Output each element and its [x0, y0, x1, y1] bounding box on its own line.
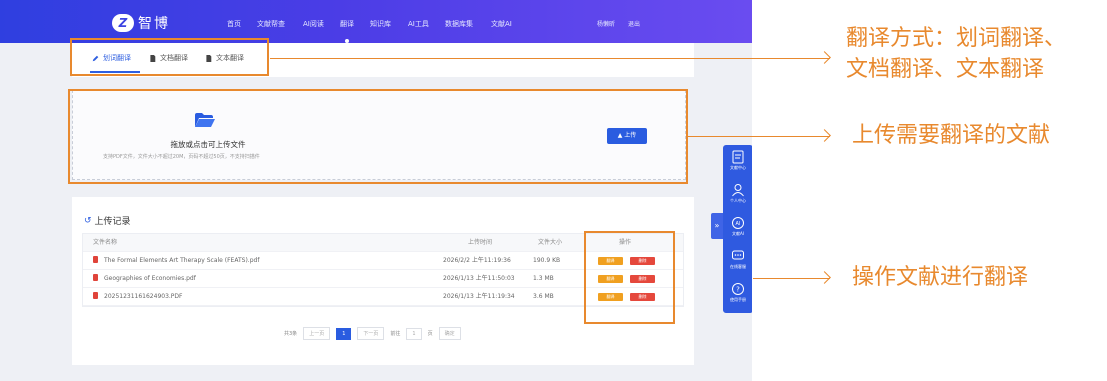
highlight-actions: [584, 231, 675, 324]
pdf-icon: [93, 292, 98, 299]
file-name-text: Geographies of Economies.pdf: [104, 275, 196, 282]
next-page-button[interactable]: 下一页: [357, 327, 385, 340]
file-name[interactable]: 20251231161624903.PDF: [93, 288, 183, 306]
col-filename: 文件名称: [93, 239, 118, 246]
upload-time: 2026/1/13 上午11:50:03: [443, 275, 515, 282]
history-icon: ↺: [84, 215, 92, 226]
page-1-button[interactable]: 1: [336, 327, 352, 340]
nav-item-literature[interactable]: 文献帮查: [257, 19, 285, 29]
sidebar-item-user-manual[interactable]: ? 使用手册: [723, 282, 752, 303]
nav-item-literature-ai[interactable]: 文献AI: [491, 19, 512, 29]
pdf-icon: [93, 256, 98, 263]
file-name-text: 20251231161624903.PDF: [104, 293, 183, 300]
file-name[interactable]: The Formal Elements Art Therapy Scale (F…: [93, 252, 259, 270]
sidebar-item-online-service[interactable]: 在线客服: [723, 249, 752, 270]
page-unit-label: 页: [427, 331, 433, 337]
note-upload: 上传需要翻译的文献: [852, 123, 1051, 148]
user-name[interactable]: 杨懒昕: [597, 19, 615, 28]
nav-item-translate[interactable]: 翻译: [340, 19, 354, 43]
logout-link[interactable]: 退出: [628, 19, 640, 28]
file-name[interactable]: Geographies of Economies.pdf: [93, 270, 196, 288]
file-size: 190.9 KB: [533, 257, 561, 264]
sidebar-label: 文献中心: [730, 165, 746, 170]
sidebar-item-personal-center[interactable]: 个人中心: [723, 183, 752, 204]
svg-text:AI: AI: [736, 221, 741, 227]
file-size: 3.6 MB: [533, 293, 554, 300]
top-nav-bar: Z 智博 首页 文献帮查 AI阅读 翻译 知识库 AI工具 数据库集 文献AI …: [0, 0, 752, 43]
arrow-head-3: [818, 271, 831, 284]
highlight-upload-area: [68, 89, 688, 184]
arrow-line-1: [270, 58, 830, 59]
nav-item-home[interactable]: 首页: [227, 19, 241, 29]
prev-page-button[interactable]: 上一页: [303, 327, 331, 340]
svg-text:?: ?: [736, 286, 740, 294]
sidebar-label: 个人中心: [730, 198, 746, 203]
help-icon: ?: [732, 283, 744, 295]
goto-label: 前往: [390, 331, 401, 337]
confirm-button[interactable]: 确定: [438, 327, 461, 340]
document-list-icon: [732, 150, 744, 164]
note-line: 翻译方式：划词翻译、: [846, 26, 1067, 51]
note-line: 文档翻译、文本翻译: [846, 57, 1045, 82]
col-upload-time: 上传时间: [468, 239, 493, 246]
nav-item-databases[interactable]: 数据库集: [445, 19, 473, 29]
col-file-size: 文件大小: [538, 239, 563, 246]
upload-time: 2026/2/2 上午11:19:36: [443, 257, 511, 264]
sidebar-label: 使用手册: [730, 297, 746, 302]
sidebar-toggle[interactable]: »: [711, 213, 723, 239]
total-count: 共3条: [284, 331, 298, 337]
note-actions: 操作文献进行翻译: [852, 265, 1029, 290]
sidebar-item-literature-ai[interactable]: AI 文献AI: [723, 216, 752, 237]
right-sidebar: 文献中心 个人中心 AI 文献AI 在线客服 ? 使用手册: [723, 145, 752, 313]
file-size: 1.3 MB: [533, 275, 554, 282]
sidebar-item-literature-center[interactable]: 文献中心: [723, 150, 752, 171]
chat-bubble-icon: [732, 250, 744, 260]
pagination: 共3条 上一页 1 下一页 前往 1 页 确定: [284, 327, 461, 340]
highlight-translate-modes: [70, 38, 269, 76]
logo-mark: Z: [112, 14, 134, 32]
sidebar-label: 在线客服: [730, 264, 746, 269]
pdf-icon: [93, 274, 98, 281]
sidebar-label: 文献AI: [732, 231, 744, 236]
arrow-head-1: [818, 51, 831, 64]
arrow-head-2: [818, 129, 831, 142]
nav-item-ai-tools[interactable]: AI工具: [408, 19, 429, 29]
nav-item-knowledge[interactable]: 知识库: [370, 19, 391, 29]
note-translate-modes: 翻译方式：划词翻译、 文档翻译、文本翻译: [846, 23, 1066, 85]
file-name-text: The Formal Elements Art Therapy Scale (F…: [104, 257, 260, 264]
nav-item-ai-reading[interactable]: AI阅读: [303, 19, 324, 29]
upload-time: 2026/1/13 上午11:19:34: [443, 293, 515, 300]
page-jump-input[interactable]: 1: [406, 327, 422, 340]
user-icon: [732, 184, 744, 197]
slide: Z 智博 首页 文献帮查 AI阅读 翻译 知识库 AI工具 数据库集 文献AI …: [0, 0, 1107, 381]
logo-text: 智博: [138, 16, 170, 32]
records-title-text: 上传记录: [94, 217, 131, 227]
logo[interactable]: Z 智博: [112, 13, 170, 33]
arrow-line-2: [688, 136, 830, 137]
ai-chat-icon: AI: [732, 217, 744, 229]
records-title: ↺ 上传记录: [84, 214, 131, 228]
